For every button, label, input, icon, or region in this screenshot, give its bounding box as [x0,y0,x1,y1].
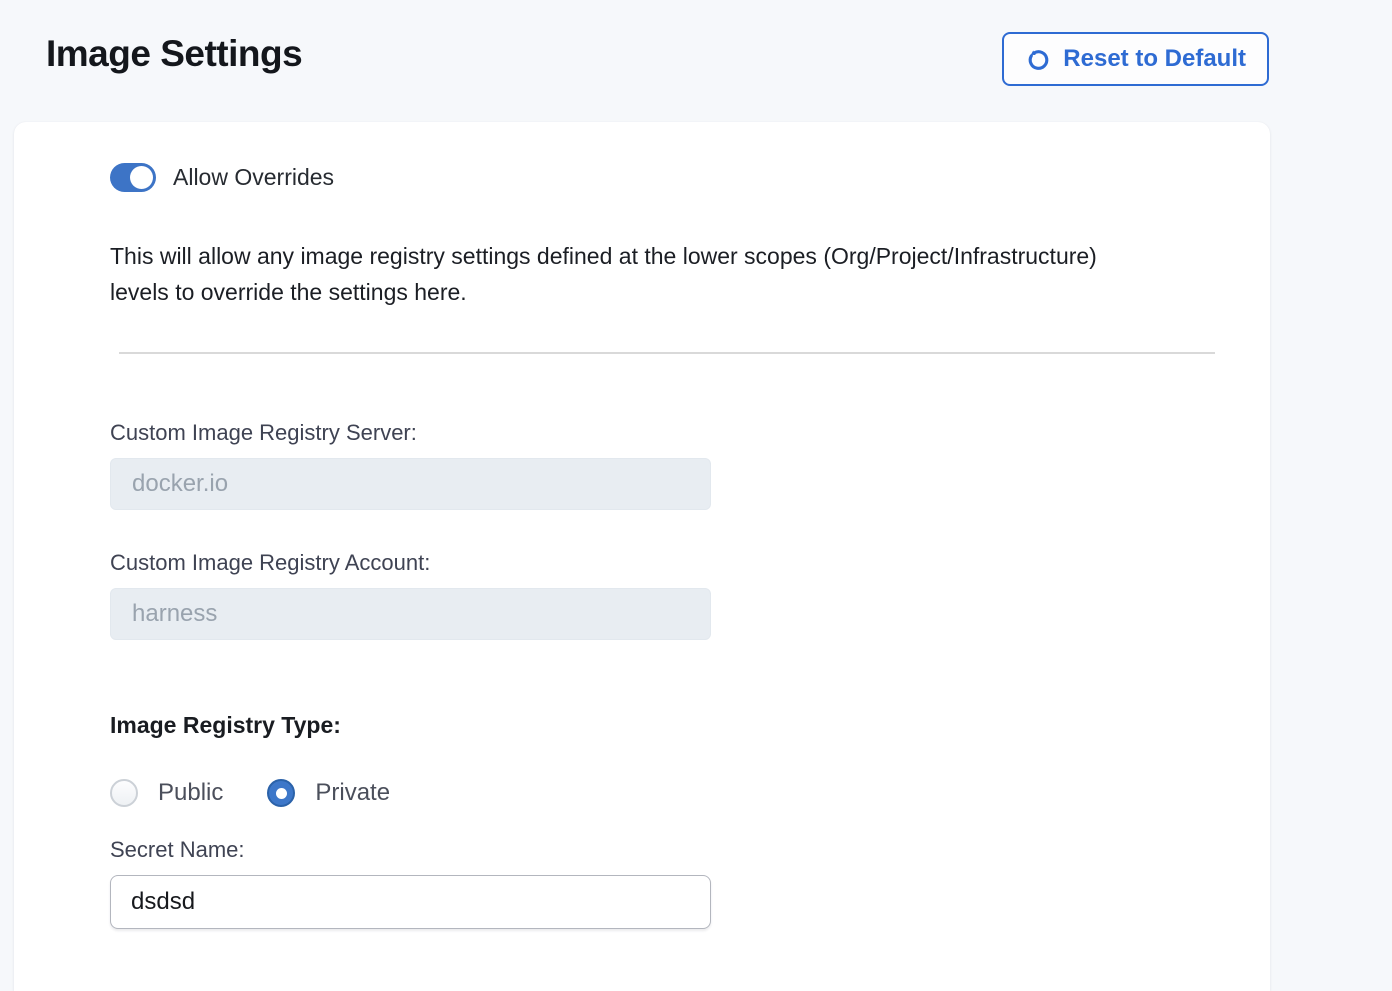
reset-button-label: Reset to Default [1063,45,1246,73]
account-field-label: Custom Image Registry Account: [110,550,1270,576]
secret-input[interactable] [110,875,711,929]
registry-type-options: Public Private [110,779,1270,807]
description-line: levels to override the settings here. [110,274,1270,310]
overrides-description: This will allow any image registry setti… [110,238,1270,310]
secret-field-label: Secret Name: [110,837,1270,863]
reset-to-default-button[interactable]: Reset to Default [1002,32,1269,86]
radio-option-private[interactable]: Private [267,779,390,807]
reset-icon [1025,46,1052,73]
radio-selected-icon [267,779,295,807]
radio-unselected-icon [110,779,138,807]
allow-overrides-toggle[interactable] [110,163,156,192]
account-input[interactable] [110,588,711,640]
section-divider [119,352,1215,354]
image-settings-card: Allow Overrides This will allow any imag… [14,122,1270,991]
description-line: This will allow any image registry setti… [110,238,1270,274]
registry-type-label: Image Registry Type: [110,712,1270,739]
radio-public-label: Public [158,779,223,807]
allow-overrides-label: Allow Overrides [173,164,334,191]
toggle-knob-icon [130,166,153,189]
radio-private-label: Private [315,779,390,807]
server-field-label: Custom Image Registry Server: [110,420,1270,446]
server-input[interactable] [110,458,711,510]
allow-overrides-row: Allow Overrides [110,163,1270,192]
radio-option-public[interactable]: Public [110,779,223,807]
page-title: Image Settings [46,33,302,75]
